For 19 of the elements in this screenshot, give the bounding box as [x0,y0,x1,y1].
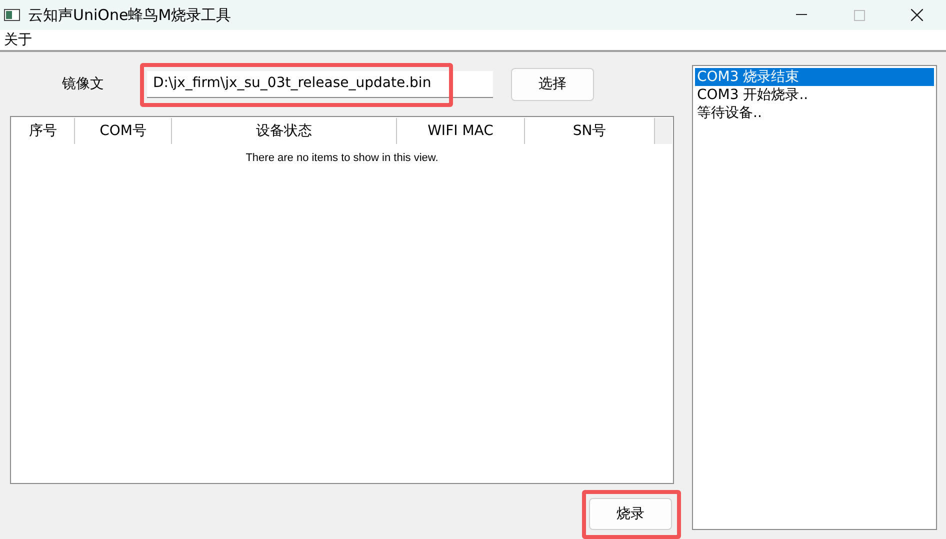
column-header[interactable]: 设备状态 [172,118,397,144]
empty-message: There are no items to show in this view. [246,151,438,166]
app-icon [4,9,20,21]
image-file-field[interactable]: D:\jx_firm\jx_su_03t_release_update.bin [147,70,493,98]
column-header[interactable]: WIFI MAC [397,118,525,144]
log-item[interactable]: 等待设备.. [695,104,934,122]
column-header[interactable]: 序号 [12,118,75,144]
column-header[interactable]: SN号 [525,118,655,144]
burn-button[interactable]: 烧录 [589,498,672,530]
log-item[interactable]: COM3 开始烧录.. [695,86,934,104]
menu-item[interactable]: 关于 [0,30,36,50]
image-file-label: 镜像文 [62,74,105,94]
window-title: 云知声UniOne蜂鸟M烧录工具 [28,4,232,26]
close-icon [911,9,923,21]
select-button[interactable]: 选择 [511,68,594,100]
log-item[interactable]: COM3 烧录结束 [695,68,934,86]
maximize-icon [854,10,864,20]
minimize-icon [796,14,806,16]
column-header[interactable]: COM号 [75,118,172,144]
